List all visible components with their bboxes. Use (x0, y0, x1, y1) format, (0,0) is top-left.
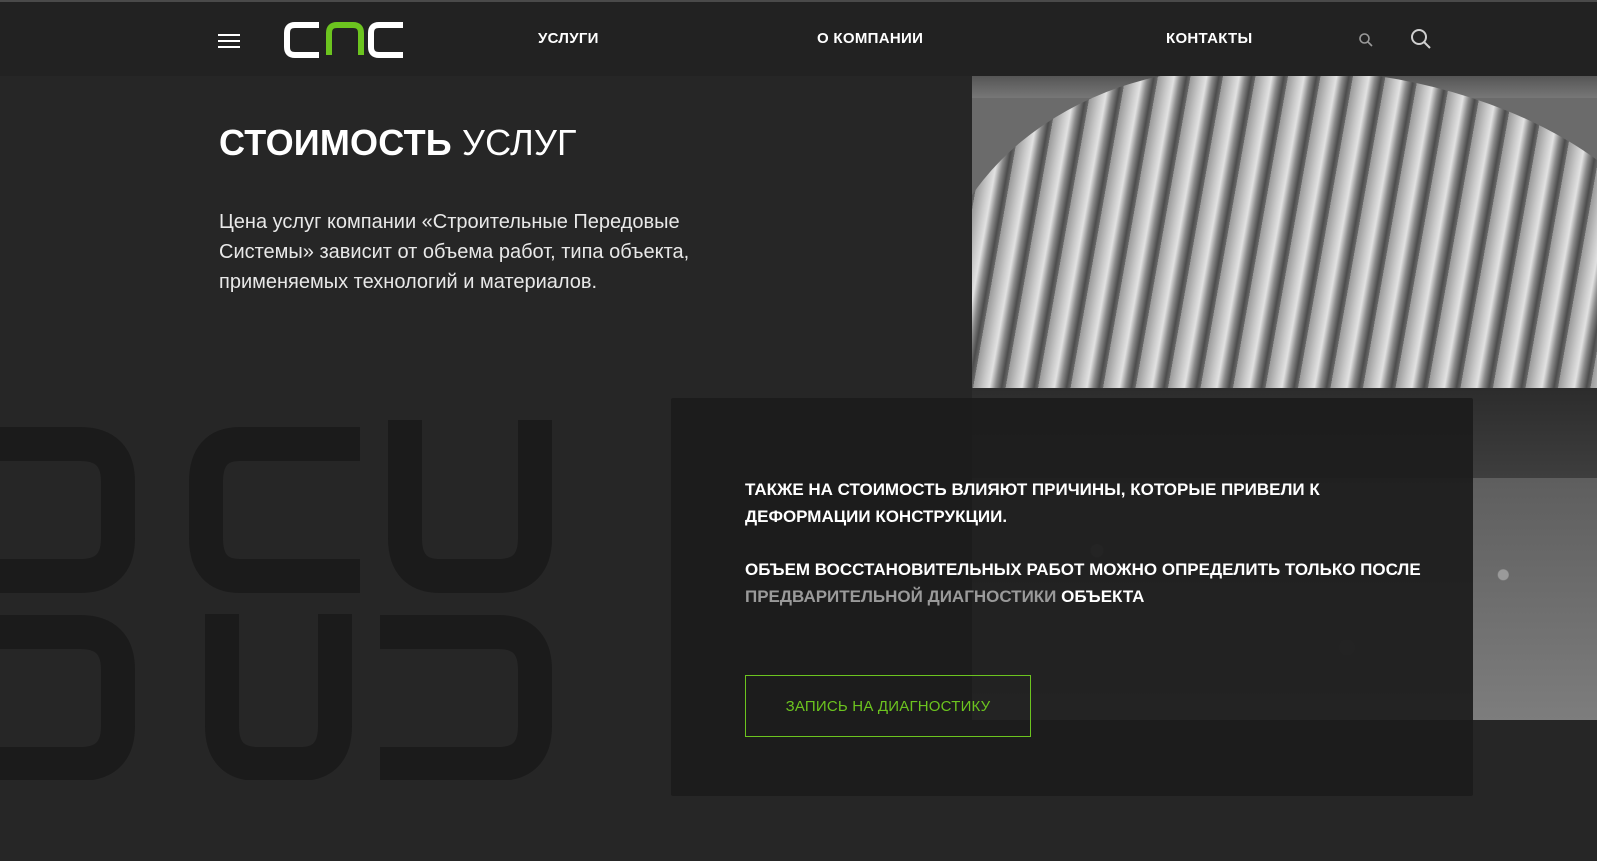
highlight-diagnostics: ПРЕДВАРИТЕЛЬНОЙ ДИАГНОСТИКИ (745, 587, 1057, 606)
info-card: ТАКЖЕ НА СТОИМОСТЬ ВЛИЯЮТ ПРИЧИНЫ, КОТОР… (671, 398, 1473, 796)
nav-services[interactable]: УСЛУГИ (538, 30, 599, 47)
nav-contacts[interactable]: КОНТАКТЫ (1166, 30, 1252, 47)
nav-about[interactable]: О КОМПАНИИ (817, 30, 923, 47)
decorative-logo-letters (0, 420, 552, 780)
search-icon[interactable] (1358, 32, 1374, 48)
diagnostics-signup-button[interactable]: ЗАПИСЬ НА ДИАГНОСТИКУ (745, 675, 1031, 737)
page-title: СТОИМОСТЬ УСЛУГ (219, 122, 577, 163)
search-icon[interactable] (1410, 28, 1432, 50)
card-paragraph-2: ОБЪЕМ ВОССТАНОВИТЕЛЬНЫХ РАБОТ МОЖНО ОПРЕ… (745, 560, 1421, 606)
logo[interactable] (283, 21, 407, 59)
intro-text: Цена услуг компании «Строительные Передо… (219, 211, 690, 293)
card-paragraph-1: ТАКЖЕ НА СТОИМОСТЬ ВЛИЯЮТ ПРИЧИНЫ, КОТОР… (745, 480, 1320, 526)
site-header: УСЛУГИ О КОМПАНИИ КОНТАКТЫ (0, 2, 1597, 76)
menu-icon[interactable] (218, 33, 240, 49)
